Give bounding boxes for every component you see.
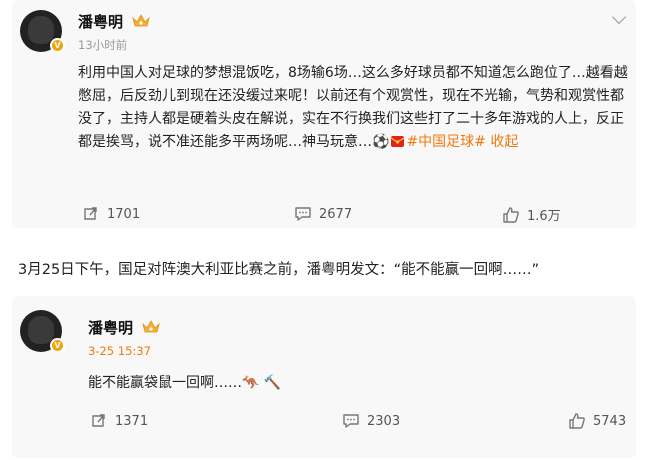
verified-v-icon: V (50, 338, 65, 353)
post-content: 利用中国人对足球的梦想混饭吃，8场输6场…这么多好球员都不知道怎么跑位了…越看越… (78, 62, 630, 154)
comment-icon (295, 207, 311, 221)
author-name[interactable]: 潘粤明 (78, 11, 123, 32)
comment-count: 2677 (319, 206, 353, 222)
hammer-emoji: 🔨 (263, 375, 282, 391)
red-envelope-icon (391, 136, 405, 147)
like-count: 5743 (593, 413, 627, 429)
article-caption: 3月25日下午，国足对阵澳大利亚比赛之前，潘粤明发文：“能不能赢一回啊……” (18, 262, 540, 278)
post-time[interactable]: 13小时前 (78, 37, 127, 53)
repost-button[interactable]: 1371 (90, 412, 148, 430)
collapse-link[interactable]: 收起 (490, 134, 518, 150)
repost-button[interactable]: 1701 (82, 205, 140, 223)
post-content: 能不能赢袋鼠一回啊……🦘 🔨 (88, 372, 588, 395)
chevron-down-icon[interactable] (611, 9, 627, 25)
comment-button[interactable]: 2677 (294, 205, 352, 223)
author-name[interactable]: 潘粤明 (88, 317, 133, 338)
post-text: 利用中国人对足球的梦想混饭吃，8场输6场…这么多好球员都不知道怎么跑位了…越看越… (78, 65, 628, 150)
post-card-1: V 潘粤明 13小时前 利用中国人对足球的梦想混饭吃，8场输6场…这么多好球员都… (12, 0, 636, 228)
crown-icon (132, 14, 150, 27)
verified-v-icon: V (50, 38, 65, 53)
soccer-emoji: ⚽ (372, 134, 390, 150)
comment-button[interactable]: 2303 (342, 412, 400, 430)
comment-icon (343, 414, 359, 428)
like-icon (503, 206, 519, 223)
kangaroo-emoji: 🦘 (242, 375, 260, 391)
like-button[interactable]: 5743 (568, 412, 626, 430)
repost-icon (92, 414, 105, 427)
like-count: 1.6万 (527, 209, 561, 224)
repost-icon (84, 207, 97, 220)
post-time[interactable]: 3-25 15:37 (88, 344, 151, 358)
crown-icon (142, 320, 160, 333)
post-card-2: V 潘粤明 3-25 15:37 能不能赢袋鼠一回啊……🦘 🔨 1371 230… (12, 296, 636, 458)
like-icon (569, 413, 585, 429)
topic-tag[interactable]: #中国足球# (406, 134, 485, 150)
repost-count: 1371 (115, 413, 149, 429)
post-text: 能不能赢袋鼠一回啊…… (88, 375, 242, 391)
comment-count: 2303 (367, 413, 401, 429)
like-button[interactable]: 1.6万 (502, 205, 561, 224)
weibo-screenshot: V 潘粤明 13小时前 利用中国人对足球的梦想混饭吃，8场输6场…这么多好球员都… (0, 0, 660, 460)
repost-count: 1701 (107, 206, 141, 222)
